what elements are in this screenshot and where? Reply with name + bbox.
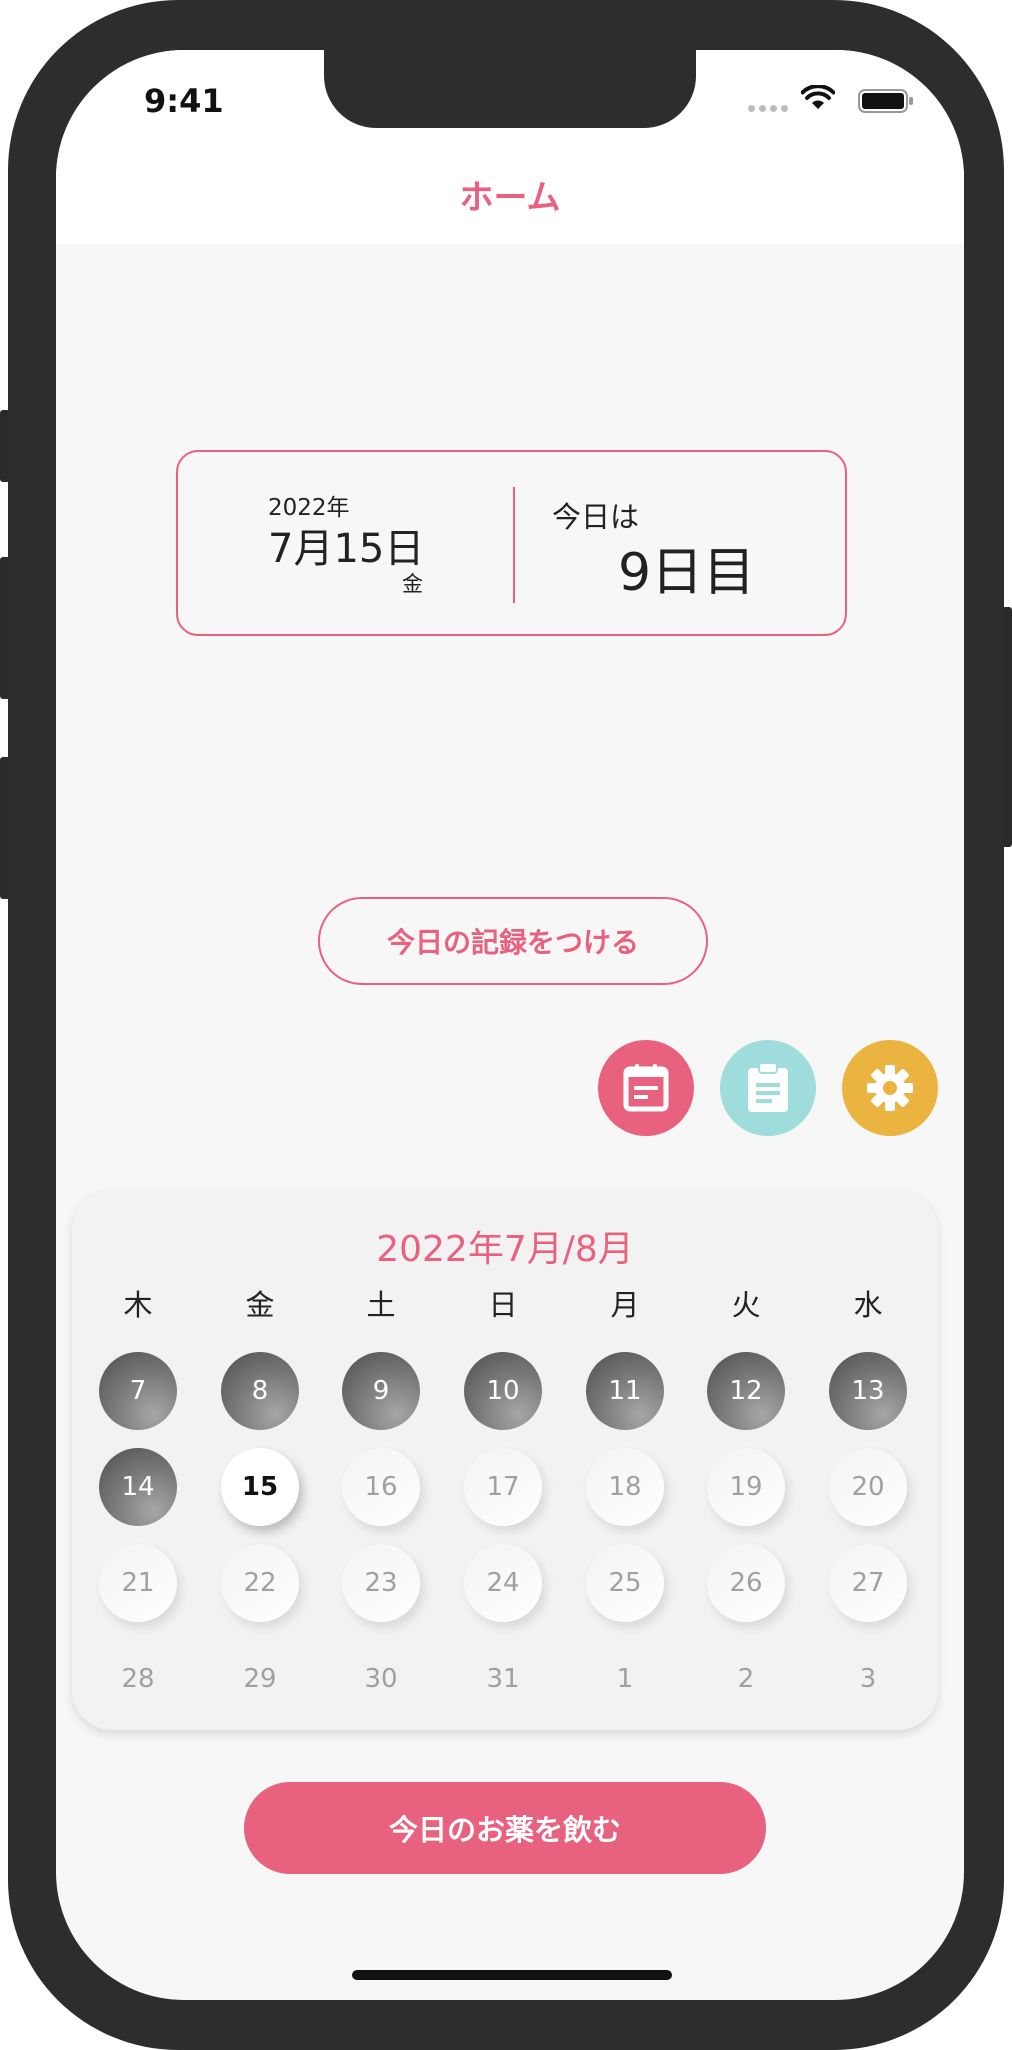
record-today-button[interactable]: 今日の記録をつける xyxy=(318,897,708,985)
calendar-day[interactable]: 8 xyxy=(221,1352,299,1430)
calendar-day[interactable]: 31 xyxy=(464,1640,542,1718)
status-time: 9:41 xyxy=(144,82,224,120)
calendar-day[interactable]: 30 xyxy=(342,1640,420,1718)
page-title: ホーム xyxy=(459,178,561,218)
weekday-label: 土 xyxy=(366,1288,396,1322)
divider xyxy=(513,487,515,603)
date-weekday: 金 xyxy=(402,572,423,596)
calendar-day[interactable]: 17 xyxy=(464,1448,542,1526)
calendar-day[interactable]: 9 xyxy=(342,1352,420,1430)
calendar-day[interactable]: 28 xyxy=(99,1640,177,1718)
calendar-day[interactable]: 11 xyxy=(586,1352,664,1430)
calendar-day[interactable]: 27 xyxy=(829,1544,907,1622)
home-indicator[interactable] xyxy=(352,1970,672,1980)
gear-icon xyxy=(867,1065,913,1111)
calendar-day[interactable]: 7 xyxy=(99,1352,177,1430)
calendar-day[interactable]: 25 xyxy=(586,1544,664,1622)
calendar-day-today[interactable]: 15 xyxy=(221,1448,299,1526)
date-month-day: 7月15日 xyxy=(268,526,425,572)
signal-icon xyxy=(748,105,788,112)
phone-frame: 9:41 ホーム 2022年 7月15日 金 今日は 9日目 今日の記録をつける xyxy=(8,0,1004,2050)
calendar-day[interactable]: 26 xyxy=(707,1544,785,1622)
calendar-day[interactable]: 3 xyxy=(829,1640,907,1718)
calendar-day[interactable]: 21 xyxy=(99,1544,177,1622)
calendar-day[interactable]: 23 xyxy=(342,1544,420,1622)
clipboard-icon xyxy=(748,1062,788,1112)
notch xyxy=(324,50,696,128)
calendar-title: 2022年7月/8月 xyxy=(376,1229,634,1270)
weekday-label: 木 xyxy=(123,1288,153,1322)
weekday-label: 金 xyxy=(245,1288,275,1322)
take-medicine-button[interactable]: 今日のお薬を飲む xyxy=(244,1782,766,1874)
calendar-day[interactable]: 20 xyxy=(829,1448,907,1526)
settings-button[interactable] xyxy=(842,1040,938,1136)
calendar-card: 2022年7月/8月 木金土日月火水 7 8 9 10 11 12 13 14 15 16 17 18 1… xyxy=(72,1190,938,1730)
calendar-day[interactable]: 2 xyxy=(707,1640,785,1718)
weekday-label: 火 xyxy=(731,1288,761,1322)
date-card: 2022年 7月15日 金 今日は 9日目 xyxy=(176,450,847,636)
calendar-day[interactable]: 19 xyxy=(707,1448,785,1526)
weekday-label: 日 xyxy=(488,1288,518,1322)
calendar-day[interactable]: 24 xyxy=(464,1544,542,1622)
wifi-icon xyxy=(801,85,835,109)
calendar-day[interactable]: 14 xyxy=(99,1448,177,1526)
weekday-label: 水 xyxy=(853,1288,883,1322)
notes-button[interactable] xyxy=(720,1040,816,1136)
calendar-day[interactable]: 13 xyxy=(829,1352,907,1430)
calendar-day[interactable]: 22 xyxy=(221,1544,299,1622)
calendar-day[interactable]: 29 xyxy=(221,1640,299,1718)
battery-icon xyxy=(858,89,913,113)
calendar-icon xyxy=(623,1064,669,1112)
calendar-button[interactable] xyxy=(598,1040,694,1136)
calendar-day[interactable]: 1 xyxy=(586,1640,664,1718)
day-count: 9日目 xyxy=(618,543,756,603)
weekday-label: 月 xyxy=(610,1288,640,1322)
calendar-day[interactable]: 12 xyxy=(707,1352,785,1430)
calendar-day[interactable]: 18 xyxy=(586,1448,664,1526)
screen: 9:41 ホーム 2022年 7月15日 金 今日は 9日目 今日の記録をつける xyxy=(56,50,964,2000)
calendar-day[interactable]: 10 xyxy=(464,1352,542,1430)
calendar-day[interactable]: 16 xyxy=(342,1448,420,1526)
